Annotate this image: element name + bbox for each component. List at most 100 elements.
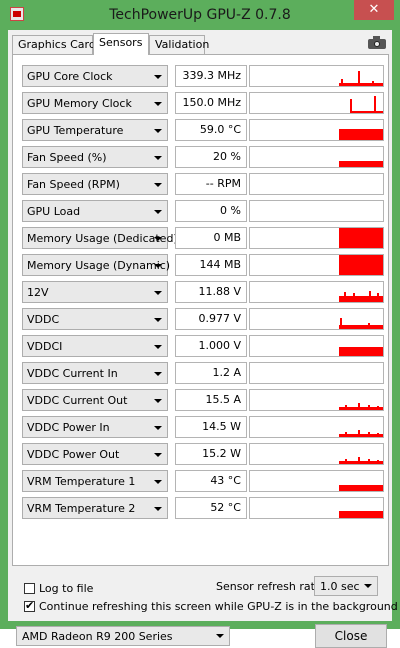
sensor-value: 1.000 V [175, 335, 247, 357]
gpuz-window: TechPowerUp GPU-Z 0.7.8 ✕ Graphics Card … [0, 0, 400, 648]
window-close-button[interactable]: ✕ [354, 0, 394, 20]
sensor-label: GPU Load [27, 205, 81, 218]
sensor-select[interactable]: VDDC Power In [22, 416, 168, 438]
sensor-select[interactable]: GPU Core Clock [22, 65, 168, 87]
title-bar[interactable]: TechPowerUp GPU-Z 0.7.8 ✕ [0, 0, 400, 30]
gpu-select[interactable]: AMD Radeon R9 200 Series [16, 626, 230, 646]
client-area: Graphics Card Sensors Validation GPU Cor… [8, 30, 398, 648]
chevron-down-icon [154, 75, 162, 79]
sensor-value: 339.3 MHz [175, 65, 247, 87]
chevron-down-icon [154, 372, 162, 376]
sensor-label: VDDC [27, 313, 60, 326]
sensor-label: VDDC Power In [27, 421, 110, 434]
chevron-down-icon [154, 318, 162, 322]
gpu-select-value: AMD Radeon R9 200 Series [22, 630, 173, 643]
sensor-graph [249, 362, 384, 384]
sensor-value: 0.977 V [175, 308, 247, 330]
refresh-rate-label: Sensor refresh rate: [216, 580, 326, 593]
sensor-select[interactable]: VDDC Current Out [22, 389, 168, 411]
continue-refreshing-label: Continue refreshing this screen while GP… [39, 600, 398, 613]
sensor-value: 0 MB [175, 227, 247, 249]
tab-validation[interactable]: Validation [149, 35, 209, 54]
sensor-label: VDDC Current In [27, 367, 118, 380]
sensor-value: 0 % [175, 200, 247, 222]
chevron-down-icon [154, 237, 162, 241]
chevron-down-icon [364, 584, 372, 588]
sensor-label: VRM Temperature 1 [27, 475, 136, 488]
chevron-down-icon [154, 453, 162, 457]
sensor-select[interactable]: Fan Speed (%) [22, 146, 168, 168]
sensor-label: 12V [27, 286, 49, 299]
sensor-graph [249, 254, 384, 276]
sensor-select[interactable]: 12V [22, 281, 168, 303]
sensor-graph [249, 416, 384, 438]
sensor-label: GPU Core Clock [27, 70, 113, 83]
chevron-down-icon [154, 426, 162, 430]
tab-sensors[interactable]: Sensors [93, 33, 149, 55]
sensor-graph [249, 173, 384, 195]
sensor-select[interactable]: VRM Temperature 1 [22, 470, 168, 492]
close-button[interactable]: Close [315, 624, 387, 648]
sensor-select[interactable]: VDDCI [22, 335, 168, 357]
sensor-graph [249, 200, 384, 222]
sensor-value: 144 MB [175, 254, 247, 276]
sensor-label: GPU Memory Clock [27, 97, 132, 110]
sensor-value: -- RPM [175, 173, 247, 195]
sensor-label: VRM Temperature 2 [27, 502, 136, 515]
sensor-select[interactable]: Memory Usage (Dynamic) [22, 254, 171, 276]
sensor-label: Fan Speed (%) [27, 151, 107, 164]
sensor-graph [249, 281, 384, 303]
sensor-graph [249, 146, 384, 168]
sensor-graph [249, 389, 384, 411]
log-to-file-label: Log to file [39, 582, 94, 595]
sensor-label: VDDCI [27, 340, 63, 353]
sensor-graph [249, 497, 384, 519]
refresh-rate-value: 1.0 sec [320, 580, 360, 593]
sensors-panel: GPU Core Clock 339.3 MHz GPU Memory Clock 1… [12, 54, 389, 566]
sensor-select[interactable]: VDDC Power Out [22, 443, 168, 465]
sensor-graph [249, 119, 384, 141]
continue-refreshing-checkbox[interactable] [24, 599, 35, 612]
sensor-label: Fan Speed (RPM) [27, 178, 120, 191]
sensor-value: 59.0 °C [175, 119, 247, 141]
sensor-graph [249, 65, 384, 87]
sensor-value: 150.0 MHz [175, 92, 247, 114]
sensor-select[interactable]: VRM Temperature 2 [22, 497, 168, 519]
sensor-value: 43 °C [175, 470, 247, 492]
sensor-select[interactable]: GPU Temperature [22, 119, 168, 141]
sensor-label: Memory Usage (Dynamic) [27, 259, 171, 272]
sensor-select[interactable]: VDDC [22, 308, 168, 330]
log-to-file-checkbox[interactable] [24, 583, 35, 594]
sensor-select[interactable]: GPU Load [22, 200, 168, 222]
sensor-graph [249, 92, 384, 114]
sensor-value: 15.5 A [175, 389, 247, 411]
sensor-select[interactable]: VDDC Current In [22, 362, 168, 384]
sensor-value: 15.2 W [175, 443, 247, 465]
sensor-select[interactable]: Memory Usage (Dedicated) [22, 227, 178, 249]
chevron-down-icon [154, 507, 162, 511]
sensor-graph [249, 308, 384, 330]
sensor-label: VDDC Power Out [27, 448, 120, 461]
sensor-value: 1.2 A [175, 362, 247, 384]
chevron-down-icon [154, 102, 162, 106]
sensor-select[interactable]: GPU Memory Clock [22, 92, 168, 114]
sensor-value: 11.88 V [175, 281, 247, 303]
chevron-down-icon [154, 210, 162, 214]
chevron-down-icon [154, 156, 162, 160]
sensor-graph [249, 335, 384, 357]
chevron-down-icon [154, 183, 162, 187]
chevron-down-icon [154, 129, 162, 133]
tab-graphics-card[interactable]: Graphics Card [12, 35, 96, 54]
sensor-graph [249, 227, 384, 249]
refresh-rate-select[interactable]: 1.0 sec [314, 576, 378, 596]
sensor-label: VDDC Current Out [27, 394, 128, 407]
chevron-down-icon [154, 264, 162, 268]
sensor-graph [249, 443, 384, 465]
sensor-select[interactable]: Fan Speed (RPM) [22, 173, 168, 195]
camera-icon[interactable] [368, 36, 386, 49]
chevron-down-icon [154, 345, 162, 349]
chevron-down-icon [154, 399, 162, 403]
chevron-down-icon [216, 634, 224, 638]
chevron-down-icon [154, 291, 162, 295]
sensor-label: GPU Temperature [27, 124, 124, 137]
